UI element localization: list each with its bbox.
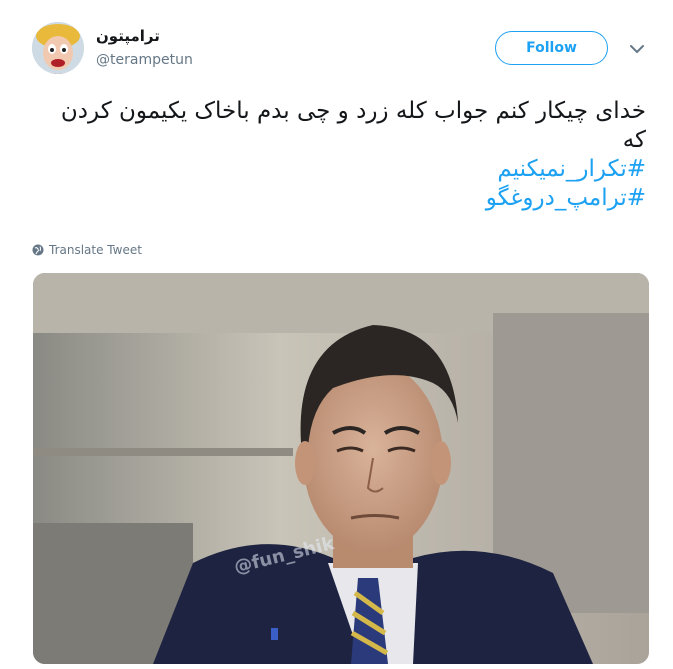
photo-image <box>33 273 649 664</box>
avatar-caricature <box>32 22 84 74</box>
translate-label: Translate Tweet <box>49 243 142 257</box>
follow-button[interactable]: Follow <box>495 31 608 65</box>
globe-icon <box>32 244 44 256</box>
translate-tweet-link[interactable]: Translate Tweet <box>32 243 142 257</box>
tweet-text: خدای چیکار کنم جواب کله زرد و چی بدم باخ… <box>46 97 646 213</box>
tweet-photo[interactable]: @fun_shik <box>33 273 649 664</box>
author-avatar[interactable] <box>32 22 84 74</box>
author-display-name[interactable]: ترامپتون <box>96 27 160 45</box>
tweet-body: خدای چیکار کنم جواب کله زرد و چی بدم باخ… <box>60 98 646 153</box>
chevron-down-icon[interactable] <box>628 40 646 58</box>
hashtag-link[interactable]: #ترامپ_دروغگو <box>46 184 646 213</box>
hashtag-link[interactable]: #تکرار_نمیکنیم <box>46 155 646 184</box>
author-handle[interactable]: @terampetun <box>96 52 193 68</box>
